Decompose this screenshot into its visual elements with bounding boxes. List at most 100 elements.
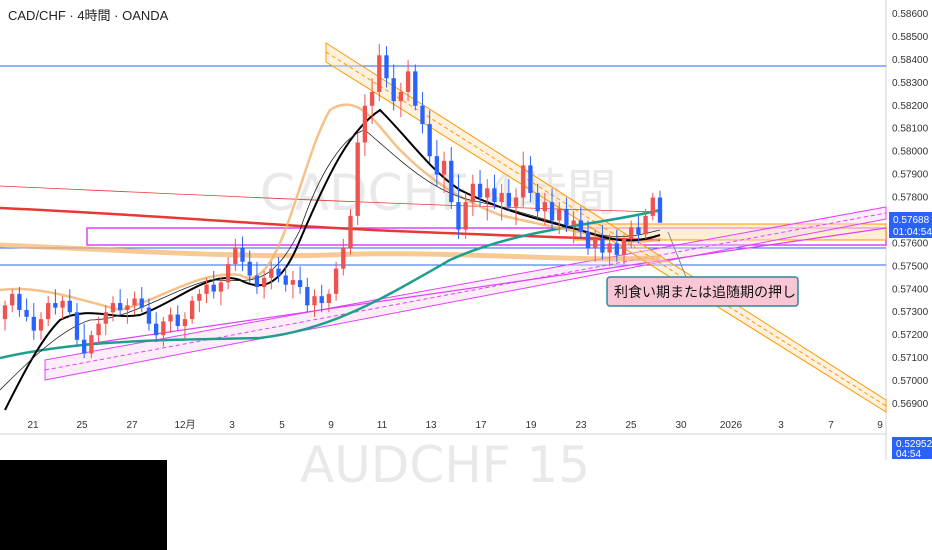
candle-body <box>513 197 519 207</box>
candle-body <box>593 238 598 248</box>
candle-body <box>24 309 29 317</box>
x-tick-label: 13 <box>425 420 437 431</box>
candle-body <box>348 215 353 248</box>
candle-body <box>204 284 209 294</box>
x-tick-label: 9 <box>328 420 334 431</box>
candle-body <box>650 197 655 216</box>
candle-body <box>96 323 101 336</box>
x-tick-label: 12月 <box>174 419 195 431</box>
candle-body <box>413 71 418 106</box>
candle-body <box>38 319 44 331</box>
black-panel <box>0 460 167 550</box>
candle-body <box>564 209 569 226</box>
candle <box>355 133 360 226</box>
candle-body <box>168 314 173 322</box>
candle-body <box>607 243 612 253</box>
candle-body <box>420 105 425 125</box>
y-tick-label: 0.57200 <box>892 330 929 341</box>
candle-body <box>528 165 533 193</box>
candle-body <box>10 293 15 306</box>
candle-body <box>312 296 317 306</box>
candle-body <box>441 160 447 175</box>
candle-body <box>161 321 166 336</box>
x-tick-label: 3 <box>229 420 235 431</box>
x-tick-label: 21 <box>27 420 39 431</box>
watermark-bottom: AUDCHF 15 <box>300 436 590 494</box>
candle-body <box>585 231 591 248</box>
candle-body <box>377 55 382 92</box>
y-tick-label: 0.58300 <box>892 78 929 89</box>
candle-body <box>449 160 454 203</box>
candle-body <box>254 275 260 287</box>
x-tick-label: 19 <box>525 420 537 431</box>
y-tick-label: 0.57100 <box>892 353 929 364</box>
candle-body <box>521 165 526 198</box>
candle-body <box>621 238 627 255</box>
candle-body <box>53 303 58 308</box>
y-tick-label: 0.58500 <box>892 32 929 43</box>
candle-body <box>290 280 296 285</box>
candle-body <box>247 261 252 276</box>
y-tick-label: 0.57800 <box>892 193 929 204</box>
candle-body <box>657 197 663 223</box>
candle-body <box>341 248 346 269</box>
candle-body <box>82 339 87 354</box>
x-tick-label: 11 <box>377 420 388 431</box>
candle-body <box>319 296 324 304</box>
candle-body <box>614 243 619 255</box>
candle-body <box>456 202 461 230</box>
x-tick-label: 25 <box>76 420 88 431</box>
candle-body <box>67 300 72 313</box>
y-tick-label: 0.58100 <box>892 124 929 135</box>
y-tick-label: 0.57300 <box>892 307 929 318</box>
y-tick-label: 0.57900 <box>892 170 929 181</box>
candle-body <box>31 316 36 331</box>
x-tick-label: 9 <box>877 420 883 431</box>
current-price-countdown: 01:04:54 <box>893 227 932 238</box>
candle-body <box>233 248 238 265</box>
candle-body <box>463 202 468 230</box>
candle-body <box>636 227 641 235</box>
candle-body <box>542 202 547 212</box>
y-tick-label: 0.58600 <box>892 9 929 20</box>
candle-body <box>269 268 274 278</box>
annotation-text: 利食い期または追随期の押し <box>614 284 796 301</box>
candle-body <box>132 298 137 306</box>
candle-body <box>110 303 116 313</box>
candle-body <box>369 92 375 106</box>
candle <box>413 64 418 111</box>
candle-body <box>405 71 411 92</box>
current-price-value: 0.57688 <box>893 215 930 226</box>
x-tick-label: 2026 <box>720 420 743 431</box>
candle-body <box>189 300 195 320</box>
x-tick-label: 7 <box>828 420 834 431</box>
candle-body <box>557 209 562 221</box>
candle-body <box>571 220 576 226</box>
candle-body <box>398 92 404 102</box>
candle-body <box>434 156 440 175</box>
candle-body <box>139 298 144 308</box>
y-tick-label: 0.56900 <box>892 399 929 410</box>
candle-body <box>492 188 497 203</box>
candle-body <box>384 55 389 79</box>
candle-body <box>118 303 123 310</box>
candle-body <box>355 142 360 216</box>
candle-body <box>283 275 288 285</box>
candle-body <box>276 268 281 276</box>
candle-body <box>427 124 432 157</box>
x-tick-label: 3 <box>778 420 784 431</box>
candle-body <box>175 314 180 326</box>
y-tick-label: 0.57600 <box>892 238 929 249</box>
candle-body <box>600 238 605 253</box>
x-tick-label: 23 <box>575 420 587 431</box>
candle-body <box>297 280 303 287</box>
x-tick-label: 17 <box>475 420 487 431</box>
candle-body <box>153 323 159 336</box>
y-tick-label: 0.58400 <box>892 55 929 66</box>
candle-body <box>333 268 339 294</box>
candle-body <box>535 192 540 212</box>
candle-body <box>46 303 51 320</box>
candle <box>348 209 353 255</box>
candle-body <box>211 284 216 292</box>
candle-body <box>391 78 396 102</box>
